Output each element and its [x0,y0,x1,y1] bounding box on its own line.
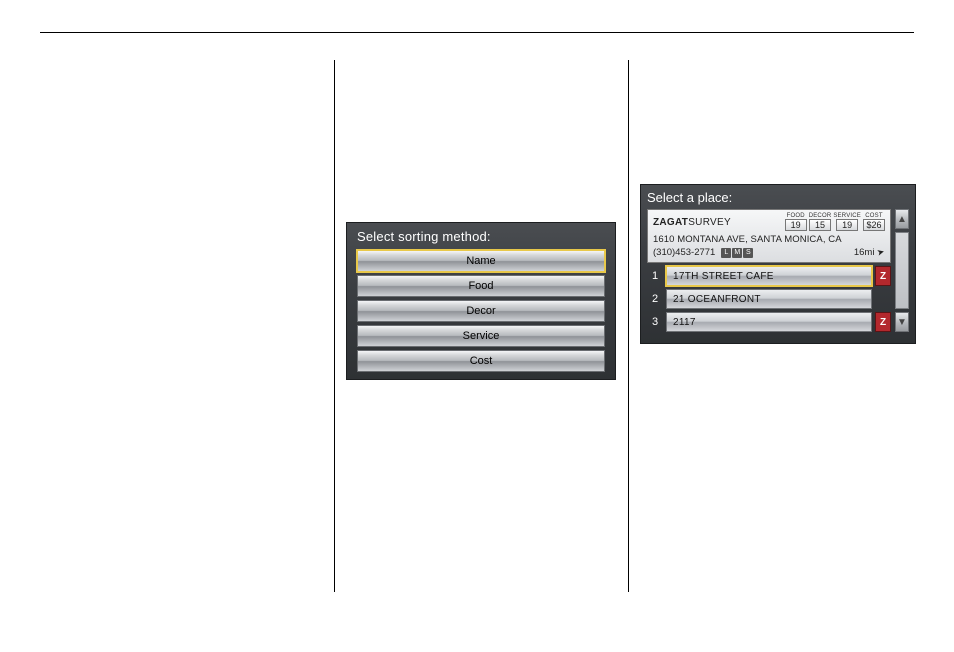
zagat-logo: ZAGATSURVEY [653,217,731,228]
select-place-panel: Select a place: ZAGATSURVEY FOOD 19 DECO… [640,184,916,344]
result-name[interactable]: 17TH STREET CAFE [666,266,872,286]
place-info-card: ZAGATSURVEY FOOD 19 DECOR 15 SERVICE 19 [647,209,891,263]
scroll-down-button[interactable]: ▼ [895,312,909,332]
ratings-row: FOOD 19 DECOR 15 SERVICE 19 COST [785,213,885,231]
zagat-badge-icon[interactable]: Z [875,312,891,332]
place-distance: 16mi ➤ [854,247,885,258]
zagat-badge-icon[interactable]: Z [875,266,891,286]
scroll-track[interactable] [895,232,909,309]
sort-option-decor[interactable]: Decor [357,300,605,322]
sort-option-service[interactable]: Service [357,325,605,347]
sort-option-name[interactable]: Name [357,250,605,272]
result-number: 1 [647,266,663,286]
place-phone: (310)453-2771 [653,247,715,258]
column-divider-1 [334,60,335,592]
rating-food: FOOD 19 [785,213,807,231]
sorting-method-panel: Select sorting method: Name Food Decor S… [346,222,616,380]
result-row-1: 1 17TH STREET CAFE Z [647,266,891,286]
place-panel-title: Select a place: [647,190,909,205]
top-rule [40,32,914,33]
sorting-panel-title: Select sorting method: [357,229,605,244]
rating-service: SERVICE 19 [833,213,861,231]
cursor-icon: ➤ [876,246,886,259]
results-list: 1 17TH STREET CAFE Z 2 21 OCEANFRONT Z 3… [647,266,891,332]
zagat-badge-empty: Z [875,289,891,309]
result-row-3: 3 2117 Z [647,312,891,332]
rating-decor: DECOR 15 [809,213,832,231]
sort-option-food[interactable]: Food [357,275,605,297]
scrollbar: ▲ ▼ [895,209,909,332]
scroll-up-button[interactable]: ▲ [895,209,909,229]
column-divider-2 [628,60,629,592]
result-name[interactable]: 21 OCEANFRONT [666,289,872,309]
result-number: 2 [647,289,663,309]
sort-option-cost[interactable]: Cost [357,350,605,372]
result-number: 3 [647,312,663,332]
result-row-2: 2 21 OCEANFRONT Z [647,289,891,309]
place-address: 1610 MONTANA AVE, SANTA MONICA, CA [653,234,885,245]
result-name[interactable]: 2117 [666,312,872,332]
sorting-options-list: Name Food Decor Service Cost [357,250,605,372]
lms-badges: L M S [721,248,753,258]
rating-cost: COST $26 [863,213,885,231]
